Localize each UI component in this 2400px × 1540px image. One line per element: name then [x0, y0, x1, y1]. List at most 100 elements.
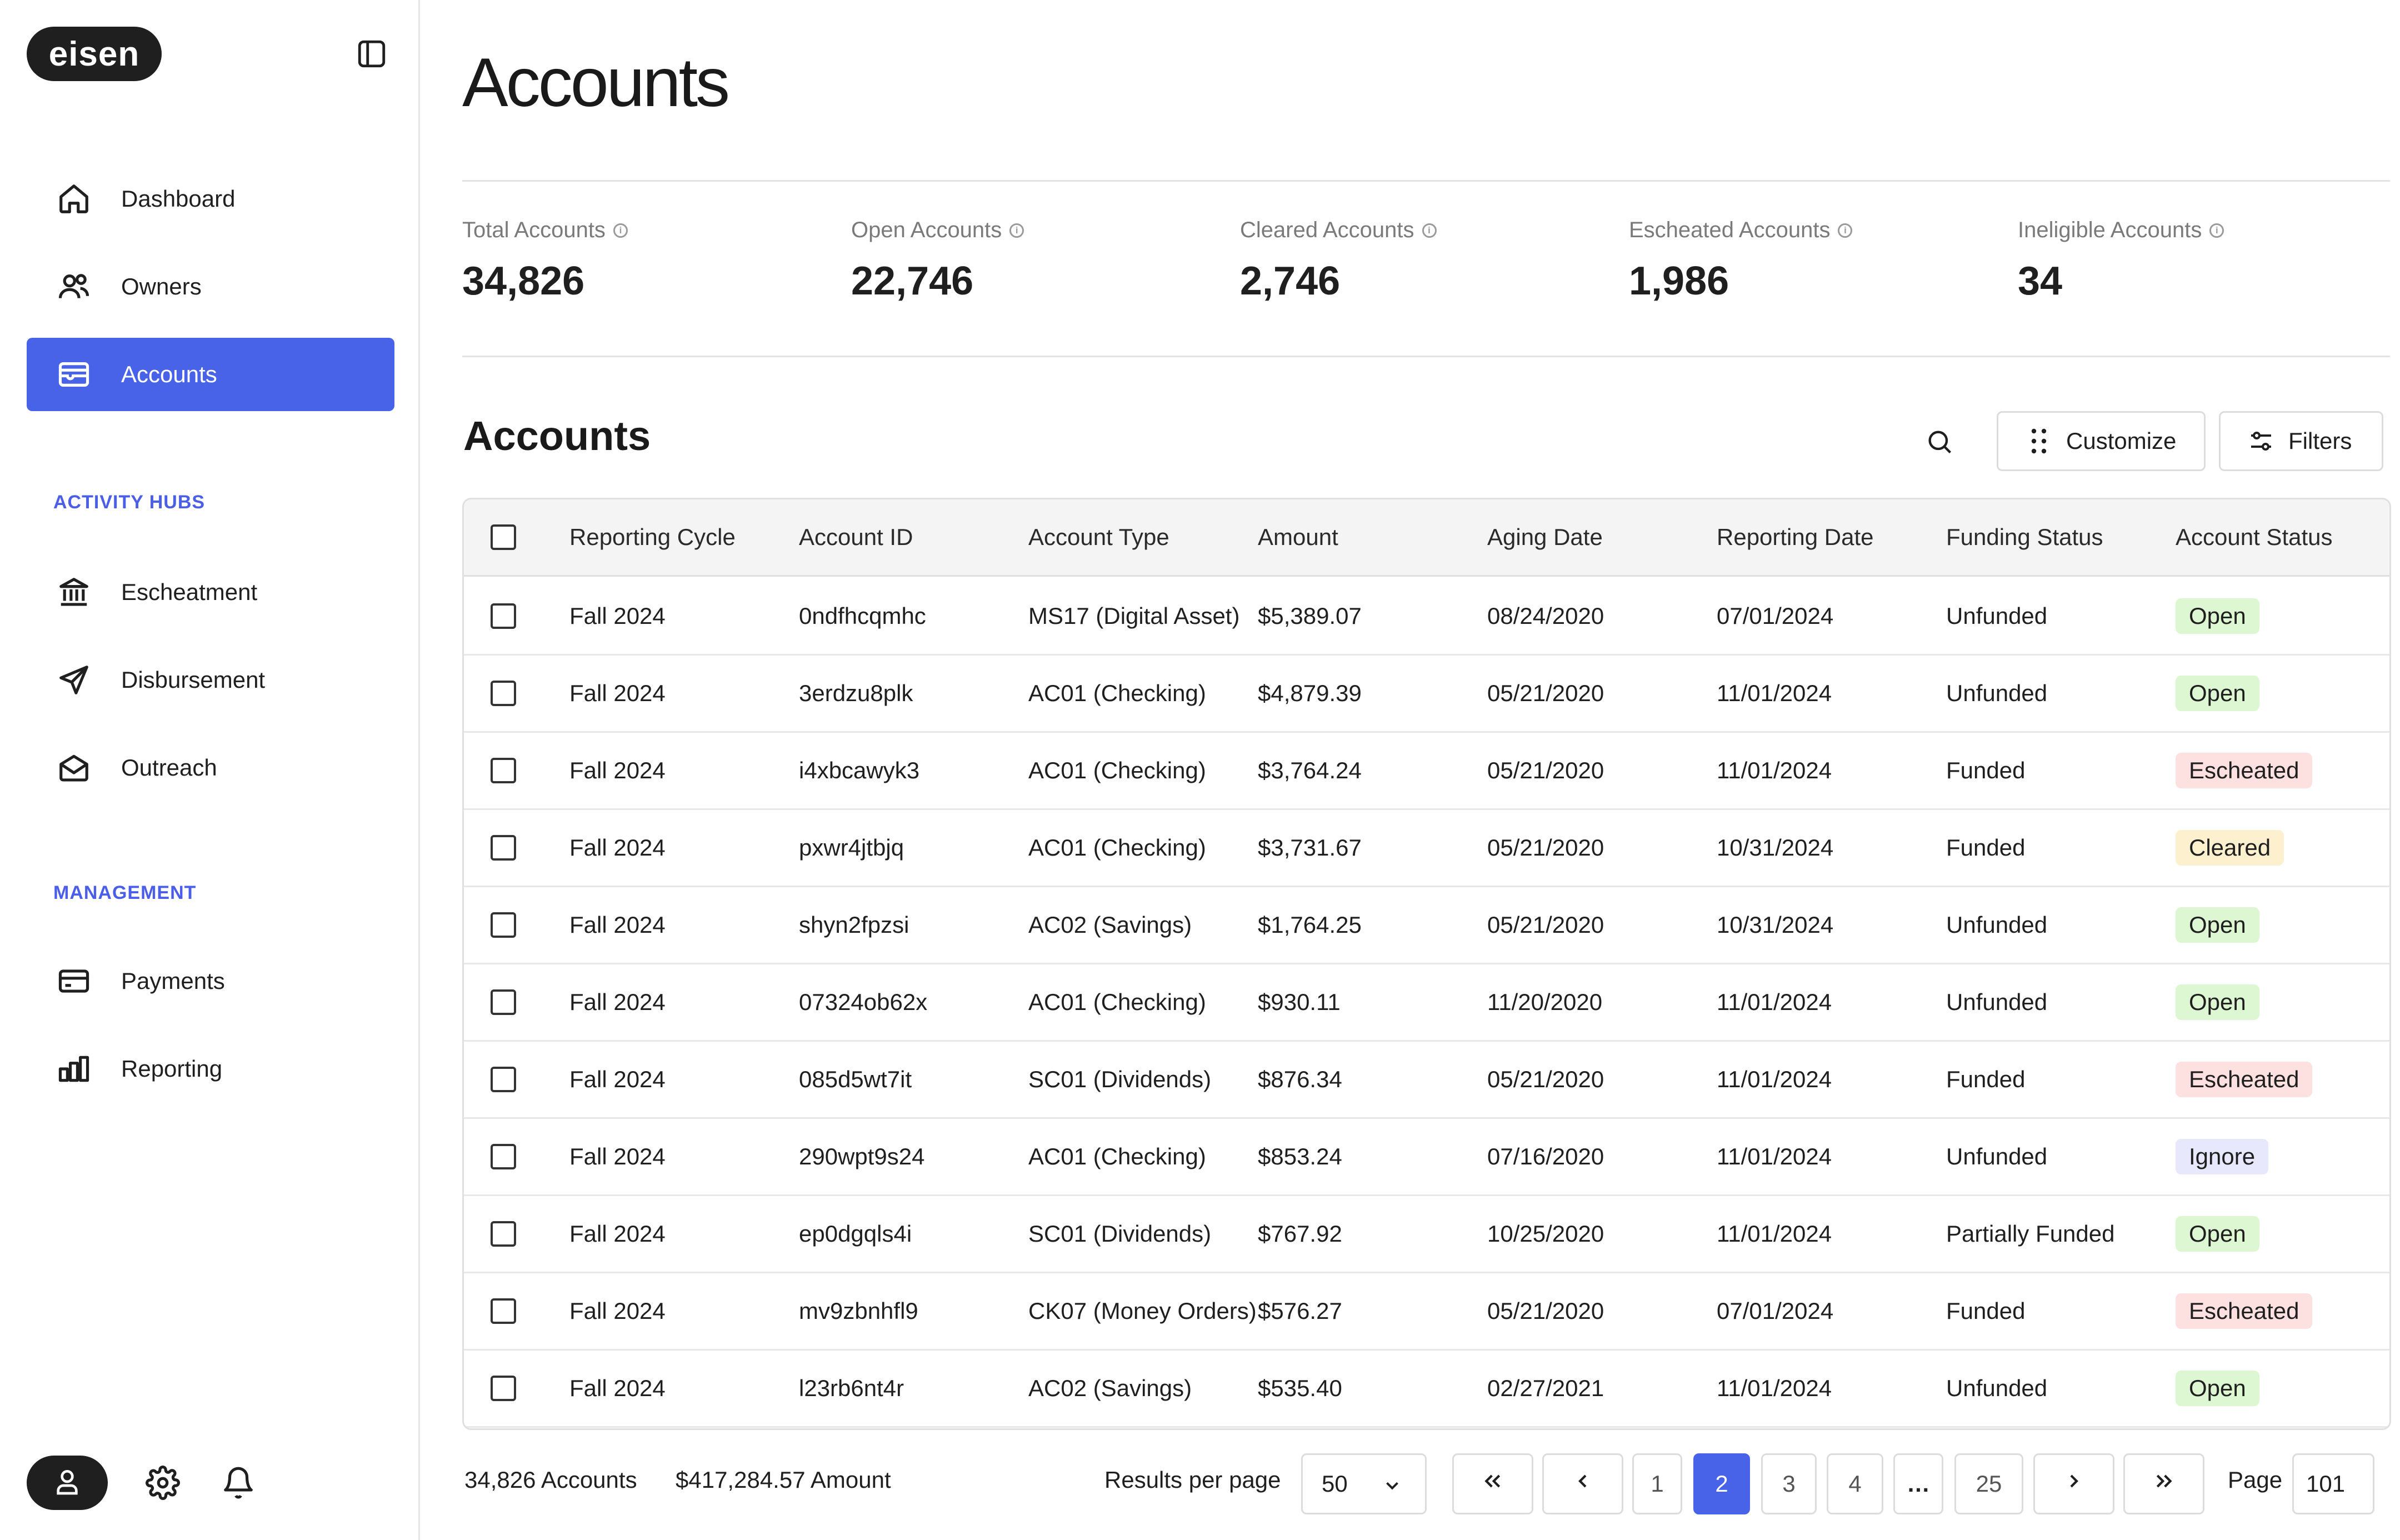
column-header[interactable]: Account Status [2176, 499, 2333, 575]
table-row[interactable]: Fall 2024 pxwr4jtbjq AC01 (Checking) $3,731… [464, 810, 2389, 887]
select-all-checkbox[interactable] [491, 524, 516, 550]
ellipsis-button[interactable]: … [1893, 1453, 1943, 1514]
table-row[interactable]: Fall 2024 ep0dgqls4i SC01 (Dividends) $767.… [464, 1196, 2389, 1273]
info-icon[interactable]: i [1838, 223, 1853, 238]
table-header: Reporting Cycle Account ID Account Type … [464, 499, 2389, 577]
column-header[interactable]: Reporting Date [1717, 499, 1874, 575]
select-all-cell [491, 499, 516, 575]
user-profile-button[interactable] [27, 1456, 108, 1510]
account-type-cell: AC01 (Checking) [1028, 1143, 1206, 1169]
previous-page-button[interactable] [1542, 1453, 1623, 1514]
funding-status-cell: Funded [1946, 834, 2026, 861]
info-icon[interactable]: i [1009, 223, 1024, 238]
column-header[interactable]: Reporting Cycle [569, 499, 736, 575]
sidebar-item-accounts[interactable]: Accounts [27, 338, 394, 411]
activity-hubs-heading: ACTIVITY HUBS [53, 492, 206, 513]
sidebar-item-escheatment[interactable]: Escheatment [27, 556, 394, 629]
chevron-left-icon [1572, 1470, 1594, 1498]
accounts-count: 34,826 Accounts [464, 1467, 637, 1493]
sidebar-toggle-icon[interactable] [353, 36, 390, 72]
row-checkbox[interactable] [491, 603, 516, 629]
reporting-date-cell: 11/01/2024 [1717, 989, 1832, 1015]
page-button[interactable]: 1 [1632, 1453, 1682, 1514]
table-row[interactable]: Fall 2024 0ndfhcqmhc MS17 (Digital Asset) $… [464, 578, 2389, 656]
status-badge: Cleared [2176, 830, 2284, 866]
row-checkbox[interactable] [491, 989, 516, 1015]
sidebar-item-outreach[interactable]: Outreach [27, 731, 394, 804]
page-number-input[interactable]: 101 [2292, 1453, 2374, 1514]
page-button[interactable]: 3 [1761, 1453, 1817, 1514]
row-checkbox[interactable] [491, 835, 516, 861]
amount-cell: $3,764.24 [1258, 757, 1362, 783]
bell-icon[interactable] [220, 1464, 257, 1501]
chevrons-left-icon [1482, 1470, 1504, 1498]
row-checkbox[interactable] [491, 1376, 516, 1401]
stat-label: Escheated Accounts [1629, 218, 1831, 242]
funding-status-cell: Funded [1946, 1298, 2026, 1324]
aging-date-cell: 08/24/2020 [1487, 603, 1604, 629]
aging-date-cell: 11/20/2020 [1487, 989, 1603, 1015]
sidebar-item-owners[interactable]: Owners [27, 250, 394, 323]
customize-button[interactable]: Customize [1997, 411, 2206, 471]
sidebar-item-label: Accounts [121, 361, 217, 387]
table-row[interactable]: Fall 2024 l23rb6nt4r AC02 (Savings) $535.40… [464, 1351, 2389, 1428]
first-page-button[interactable] [1452, 1453, 1533, 1514]
row-checkbox[interactable] [491, 1144, 516, 1169]
account-status-cell: Escheated [2176, 1273, 2313, 1349]
page-button[interactable]: 25 [1954, 1453, 2023, 1514]
column-header[interactable]: Account ID [799, 499, 913, 575]
row-select-cell [491, 1119, 516, 1194]
page-button-current[interactable]: 2 [1693, 1453, 1750, 1514]
status-badge: Open [2176, 676, 2259, 711]
row-select-cell [491, 656, 516, 731]
page-button[interactable]: 4 [1827, 1453, 1883, 1514]
last-page-button[interactable] [2123, 1453, 2204, 1514]
account-status-cell: Open [2176, 887, 2259, 963]
funding-status-cell: Funded [1946, 757, 2026, 783]
column-header[interactable]: Amount [1258, 499, 1338, 575]
results-per-page-value: 50 [1322, 1471, 1348, 1497]
table-row[interactable]: Fall 2024 290wpt9s24 AC01 (Checking) $853.2… [464, 1119, 2389, 1196]
info-icon[interactable]: i [2209, 223, 2224, 238]
app-logo[interactable]: eisen [27, 27, 162, 81]
gear-icon[interactable] [144, 1464, 181, 1501]
column-header[interactable]: Funding Status [1946, 499, 2103, 575]
table-row[interactable]: Fall 2024 085d5wt7it SC01 (Dividends) $876.… [464, 1042, 2389, 1119]
amount-cell: $1,764.25 [1258, 912, 1362, 938]
row-checkbox[interactable] [491, 681, 516, 706]
row-checkbox[interactable] [491, 1067, 516, 1092]
reporting-date-cell: 11/01/2024 [1717, 757, 1832, 783]
table-row[interactable]: Fall 2024 i4xbcawyk3 AC01 (Checking) $3,764… [464, 733, 2389, 810]
home-icon [54, 179, 93, 218]
table-row[interactable]: Fall 2024 mv9zbnhfl9 CK07 (Money Orders) $5… [464, 1273, 2389, 1351]
row-checkbox[interactable] [491, 1221, 516, 1247]
reporting-date-cell: 11/01/2024 [1717, 1221, 1832, 1247]
search-icon[interactable] [1920, 422, 1959, 461]
column-header[interactable]: Account Type [1028, 499, 1169, 575]
table-row[interactable]: Fall 2024 07324ob62x AC01 (Checking) $930.1… [464, 964, 2389, 1042]
results-per-page-select[interactable]: 50 [1301, 1453, 1427, 1514]
reporting-date-cell: 11/01/2024 [1717, 1066, 1832, 1092]
aging-date-cell: 05/21/2020 [1487, 1066, 1604, 1092]
stat-value: 34,826 [462, 259, 585, 303]
stat-label: Total Accounts [462, 218, 606, 242]
next-page-button[interactable] [2033, 1453, 2114, 1514]
info-icon[interactable]: i [613, 223, 628, 238]
account-id-cell: i4xbcawyk3 [799, 757, 920, 783]
stat-cleared-accounts: Cleared Accounts i 2,746 [1240, 218, 1437, 304]
row-checkbox[interactable] [491, 758, 516, 783]
filters-button[interactable]: Filters [2219, 411, 2383, 471]
row-checkbox[interactable] [491, 912, 516, 938]
amount-cell: $576.27 [1258, 1298, 1342, 1324]
table-row[interactable]: Fall 2024 shyn2fpzsi AC02 (Savings) $1,764.… [464, 887, 2389, 964]
sidebar-item-reporting[interactable]: Reporting [27, 1032, 394, 1106]
sidebar-item-payments[interactable]: Payments [27, 944, 394, 1018]
account-id-cell: ep0dgqls4i [799, 1221, 912, 1247]
row-checkbox[interactable] [491, 1298, 516, 1324]
sidebar-item-disbursement[interactable]: Disbursement [27, 643, 394, 717]
info-icon[interactable]: i [1422, 223, 1437, 238]
sidebar-item-dashboard[interactable]: Dashboard [27, 162, 394, 236]
table-row[interactable]: Fall 2024 3erdzu8plk AC01 (Checking) $4,879… [464, 656, 2389, 733]
row-select-cell [491, 578, 516, 654]
column-header[interactable]: Aging Date [1487, 499, 1603, 575]
